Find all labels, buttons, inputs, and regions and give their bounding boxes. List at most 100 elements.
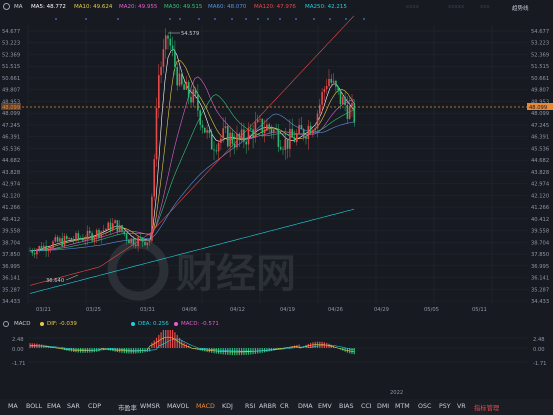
price-tick-right: 54.677 [531,29,549,35]
candle-body [199,110,201,125]
macd-legend-bar: MACD DIF: -0.039 DEA: 0.256 MACD: -0.571 [0,318,553,330]
price-tick-left: 34.433 [2,299,20,305]
tab-9[interactable]: KDJ [222,403,233,410]
tab-2[interactable]: EMA [47,403,61,410]
low-annotation: 36.640 [46,278,64,284]
tab-19[interactable]: OSC [418,403,431,410]
signal-dot [55,18,57,20]
macd-bar [227,348,229,355]
tab-15[interactable]: BIAS [339,403,353,410]
candle-body [102,230,105,232]
price-tick-left: 44.682 [2,158,20,164]
candle-body [247,128,250,145]
price-tick-right: 41.266 [531,205,549,211]
tab-8[interactable]: MACD [196,403,215,410]
date-tick: 05/11 [472,307,487,313]
candle-body [236,133,238,148]
candle-body [208,130,211,134]
tab-18[interactable]: MTM [395,403,410,410]
tab-4[interactable]: CDP [88,403,101,410]
macd-bar [319,341,321,348]
price-tick-left: 36.141 [2,276,20,282]
price-tick-left: 37.850 [2,252,20,258]
candle-body [273,129,275,133]
candle-body [227,126,229,147]
candle-body [146,242,149,246]
ma-ticker: MA [14,4,23,10]
candle-body [233,143,236,148]
ma5-label: MA5: 48.772 [31,4,66,10]
candle-body [305,136,307,139]
tab-10[interactable]: RSI [245,403,255,410]
tab-5[interactable]: 市盈率 [118,403,137,412]
tab-17[interactable]: DMI [377,403,389,410]
candle-body [261,118,264,134]
tab-14[interactable]: EMV [318,403,332,410]
tab-7[interactable]: MAVOL [167,403,189,410]
candle-body [254,122,257,138]
macd-axis-left-bottom: -1.71 [12,361,25,367]
ma-line [29,49,355,252]
tab-21[interactable]: VR [457,403,466,410]
price-tick-right: 46.391 [531,135,549,141]
candle-body [270,127,273,133]
macd-axis-left-mid: 0.00 [12,347,24,353]
candle-body [137,237,139,246]
candle-body [321,92,323,105]
price-tick-right: 50.661 [531,76,549,82]
tab-6[interactable]: WMSR [140,403,160,410]
candle-body [197,94,199,111]
candle-body [245,141,247,145]
candle-body [194,89,197,95]
ma120-label: MA120: 47.976 [254,4,296,10]
candle-body [268,124,270,128]
eye-icon[interactable] [3,3,10,10]
candle-body [118,225,121,232]
tab-13[interactable]: DMA [298,403,313,410]
signal-dot [169,18,171,20]
candlestick-chart[interactable]: 财经网 48.099 54.579 36.640 54.677 53.223 52.… [0,15,553,315]
candle-body [181,73,183,85]
date-tick: 03/25 [86,307,101,313]
candle-body [332,80,335,83]
tab-1[interactable]: BOLL [26,403,42,410]
price-tick-right: 42.120 [531,193,549,199]
date-tick: 04/29 [374,307,389,313]
candle-body [112,223,114,231]
tab-12[interactable]: CR [280,403,289,410]
macd-bar [176,335,178,348]
candle-body [314,128,316,131]
date-tick: 03/21 [36,307,51,313]
candle-body [243,129,245,142]
price-tick-right: 47.245 [531,123,549,129]
trend-settings-button[interactable]: 趋势线 [512,4,529,12]
macd-bar [172,330,174,348]
tab-11[interactable]: ARBR [259,403,276,410]
candle-body [277,129,280,148]
candle-body [148,240,151,243]
price-tick-left: 38.704 [2,240,21,246]
tab-3[interactable]: SAR [67,403,80,410]
candle-body [339,90,342,105]
candle-body [256,119,259,123]
tab-20[interactable]: PSY [439,403,451,410]
candle-body [79,238,82,239]
candle-body [217,142,220,152]
candle-body [153,159,155,197]
dea-label: DEA: 0.256 [138,321,169,327]
tab-22[interactable]: 指标管理 [474,403,499,412]
macd-eye-icon[interactable] [3,321,9,327]
candle-body [56,237,59,242]
candle-body [128,239,130,244]
ma-line [29,76,355,252]
candle-body [296,133,298,142]
signal-dot [267,18,269,20]
candle-body [298,125,300,134]
macd-bar [162,330,164,348]
tab-0[interactable]: MA [8,403,18,410]
dif-dot-icon [40,322,44,326]
macd-chart[interactable]: 2.48 0.00 -1.71 2.48 0.00 -1.71 2022 [0,330,553,400]
tab-16[interactable]: CCI [361,403,372,410]
candle-body [300,125,303,130]
candle-body [171,45,174,51]
